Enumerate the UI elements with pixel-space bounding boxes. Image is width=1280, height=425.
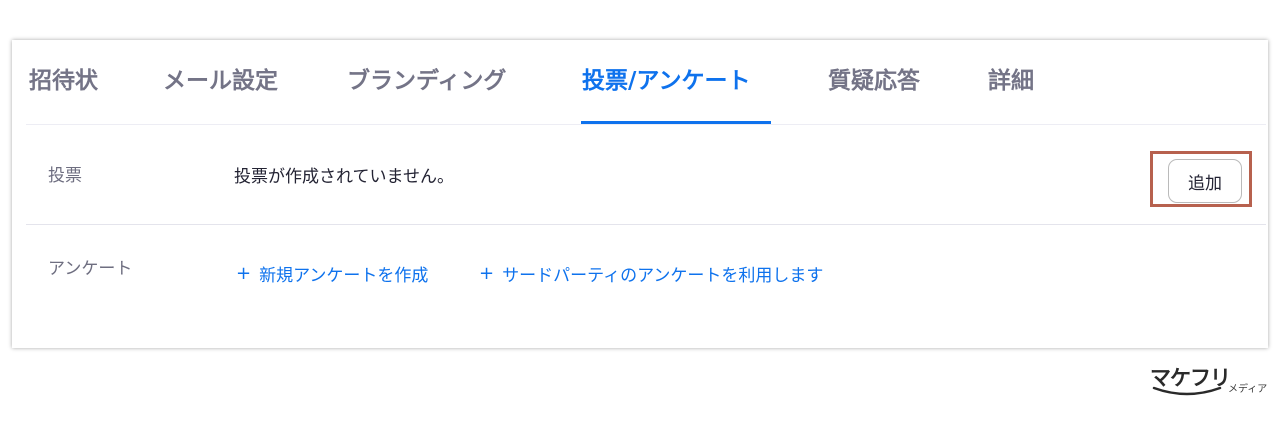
third-party-survey-link[interactable]: + サードパーティのアンケートを利用します [479,261,823,286]
tab-details[interactable]: 詳細 [988,66,1034,96]
plus-icon: + [479,262,495,284]
third-party-survey-label: サードパーティのアンケートを利用します [502,266,824,286]
settings-panel: 招待状 メール設定 ブランディング 投票/アンケート 質疑応答 詳細 投票 投票… [12,40,1268,348]
row-divider [26,224,1266,225]
page: 招待状 メール設定 ブランディング 投票/アンケート 質疑応答 詳細 投票 投票… [0,0,1280,425]
tab-bar: 招待状 メール設定 ブランディング 投票/アンケート 質疑応答 詳細 [12,40,1268,124]
tab-branding[interactable]: ブランディング [347,66,506,96]
survey-label: アンケート [48,259,133,279]
tab-qa[interactable]: 質疑応答 [828,66,920,96]
logo-smile-icon [1152,386,1222,396]
polls-label: 投票 [48,166,82,186]
tab-polls-survey[interactable]: 投票/アンケート [582,66,750,96]
create-survey-label: 新規アンケートを作成 [259,266,429,286]
tab-email-settings[interactable]: メール設定 [163,66,278,96]
plus-icon: + [236,262,252,284]
tab-invitation[interactable]: 招待状 [29,66,98,96]
polls-empty-message: 投票が作成されていません。 [234,167,454,187]
tab-divider [26,124,1266,125]
add-poll-button[interactable]: 追加 [1168,159,1242,203]
makefuri-media-logo: マケフリ メディア [1150,362,1270,402]
create-survey-link[interactable]: + 新規アンケートを作成 [236,261,428,286]
logo-subtext: メディア [1228,384,1268,395]
